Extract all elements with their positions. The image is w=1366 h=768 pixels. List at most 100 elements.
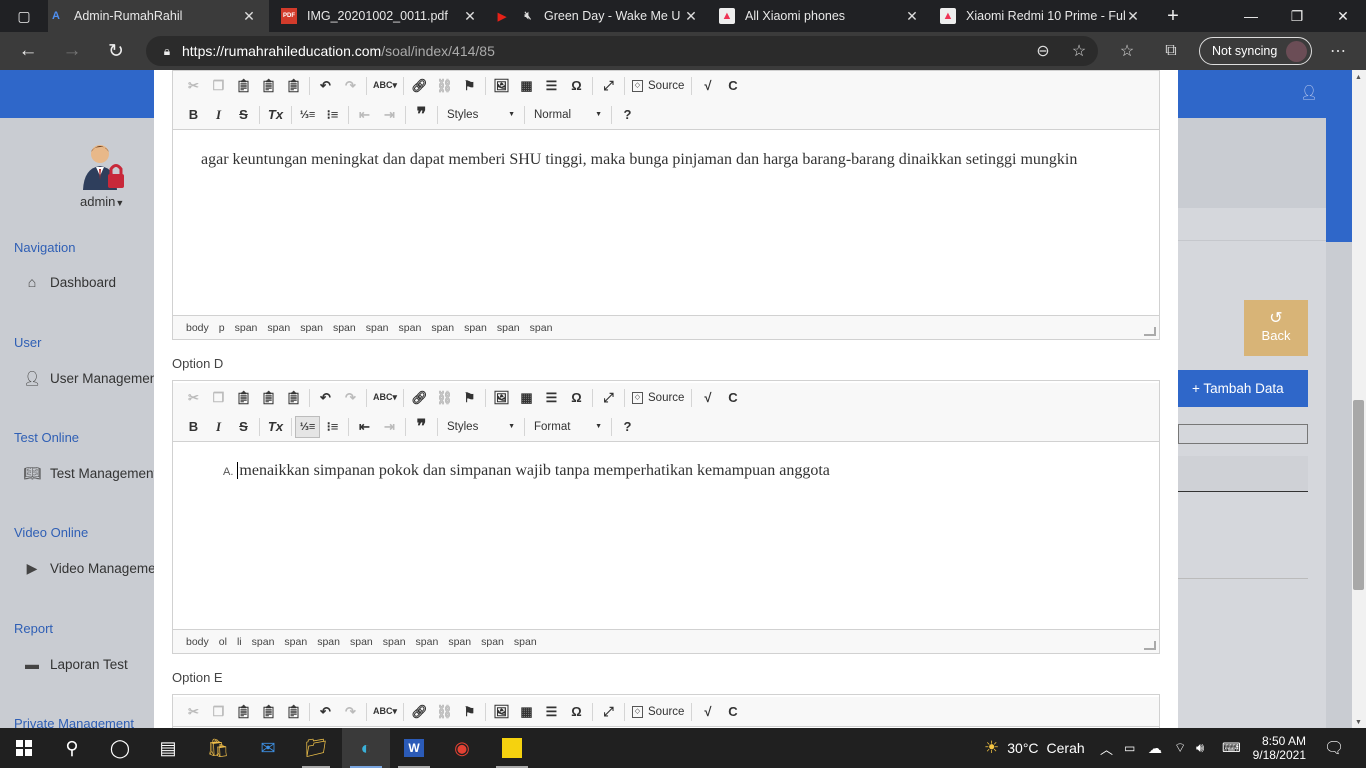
paste-word-icon[interactable]: 📋︎ [281, 75, 306, 97]
paste-icon[interactable]: 📋︎ [231, 387, 256, 409]
file-explorer-icon[interactable]: 📁︎ [292, 728, 340, 768]
special-char-icon[interactable]: Ω [564, 387, 589, 409]
image-icon[interactable]: 🖼︎ [489, 75, 514, 97]
close-tab-icon[interactable]: ✕ [1125, 8, 1141, 25]
path-item[interactable]: span [361, 322, 394, 334]
user-name-dropdown[interactable]: admin▼ [80, 194, 124, 209]
link-icon[interactable]: 🔗︎ [407, 387, 432, 409]
undo-icon[interactable]: ↶ [313, 387, 338, 409]
speaker-muted-icon[interactable]: 🔇︎ [520, 8, 536, 24]
search-input[interactable] [1178, 424, 1308, 444]
indent-icon[interactable]: ⇥ [377, 104, 402, 126]
path-item[interactable]: span [312, 636, 345, 648]
italic-icon[interactable]: I [206, 416, 231, 438]
path-item[interactable]: body [181, 636, 214, 648]
admin-avatar-icon[interactable] [78, 140, 132, 194]
path-item[interactable]: span [378, 636, 411, 648]
copy-icon[interactable]: ❐ [206, 387, 231, 409]
close-tab-icon[interactable]: ✕ [683, 8, 699, 25]
path-item[interactable]: span [443, 636, 476, 648]
tab-xiaomi-phones[interactable]: ▲ All Xiaomi phones ✕ [711, 0, 932, 32]
styles-dropdown[interactable]: Styles ▼ [441, 416, 521, 438]
special-char-icon[interactable]: Ω [564, 75, 589, 97]
tab-actions-icon[interactable]: ▢ [0, 0, 48, 32]
indent-icon[interactable]: ⇥ [377, 416, 402, 438]
sidebar-item-dashboard[interactable]: ⌂ Dashboard [22, 274, 116, 290]
reload-icon[interactable]: ↻ [94, 32, 138, 70]
user-profile-icon[interactable]: 👤︎ [1300, 84, 1318, 101]
forward-arrow-icon[interactable]: → [50, 32, 94, 70]
table-icon[interactable]: ▦ [514, 701, 539, 723]
image-icon[interactable]: 🖼︎ [489, 387, 514, 409]
close-tab-icon[interactable]: ✕ [241, 8, 257, 25]
back-button[interactable]: ↺ Back [1244, 300, 1308, 356]
redo-icon[interactable]: ↷ [338, 387, 363, 409]
path-item[interactable]: span [262, 322, 295, 334]
page-scrollbar[interactable]: ▲ ▼ [1352, 70, 1366, 728]
chrome-icon[interactable]: ◉ [438, 728, 486, 768]
path-item[interactable]: span [328, 322, 361, 334]
add-favorite-icon[interactable]: ☆ [1063, 35, 1095, 67]
weather-widget[interactable]: ☀ 30°C Cerah [984, 728, 1085, 768]
bulleted-list-icon[interactable]: ⁝≡ [320, 416, 345, 438]
path-item[interactable]: span [411, 636, 444, 648]
cut-icon[interactable]: ✂ [181, 387, 206, 409]
notification-icon[interactable]: 🗨︎ [1324, 728, 1344, 768]
special-char-icon[interactable]: Ω [564, 701, 589, 723]
italic-icon[interactable]: I [206, 104, 231, 126]
chem-icon[interactable]: C [720, 387, 745, 409]
wifi-icon[interactable]: ⌔ [1174, 728, 1186, 768]
outdent-icon[interactable]: ⇤ [352, 104, 377, 126]
unlink-icon[interactable]: ⛓ [432, 75, 457, 97]
path-item[interactable]: span [279, 636, 312, 648]
resize-handle[interactable] [1144, 327, 1156, 336]
chem-icon[interactable]: C [720, 701, 745, 723]
anchor-flag-icon[interactable]: ⚑ [457, 75, 482, 97]
resize-handle[interactable] [1144, 641, 1156, 650]
redo-icon[interactable]: ↷ [338, 75, 363, 97]
scrollbar-thumb[interactable] [1353, 400, 1364, 590]
scroll-down-icon[interactable]: ▼ [1355, 719, 1362, 726]
format-dropdown[interactable]: Normal ▼ [528, 104, 608, 126]
copy-icon[interactable]: ❐ [206, 701, 231, 723]
help-icon[interactable]: ? [615, 416, 640, 438]
spellcheck-icon[interactable]: ABC▾ [370, 701, 400, 723]
horizontal-line-icon[interactable]: ☰ [539, 387, 564, 409]
edge-icon[interactable]: ◐ [342, 728, 390, 768]
tab-pdf[interactable]: PDF IMG_20201002_0011.pdf ✕ [269, 0, 490, 32]
back-arrow-icon[interactable]: ← [6, 32, 50, 70]
path-item[interactable]: p [214, 322, 230, 334]
favorites-icon[interactable]: ☆ [1111, 35, 1143, 67]
math-icon[interactable]: √ [695, 75, 720, 97]
paste-text-icon[interactable]: 📋︎ [256, 387, 281, 409]
redo-icon[interactable]: ↷ [338, 701, 363, 723]
bulleted-list-icon[interactable]: ⁝≡ [320, 104, 345, 126]
paste-text-icon[interactable]: 📋︎ [256, 75, 281, 97]
restore-icon[interactable]: ❐ [1274, 0, 1320, 32]
paste-text-icon[interactable]: 📋︎ [256, 701, 281, 723]
horizontal-line-icon[interactable]: ☰ [539, 75, 564, 97]
zoom-icon[interactable]: ⊖ [1027, 35, 1059, 67]
cut-icon[interactable]: ✂ [181, 75, 206, 97]
word-icon[interactable]: W [390, 728, 438, 768]
outdent-icon[interactable]: ⇤ [352, 416, 377, 438]
tab-youtube[interactable]: ▶ 🔇︎ Green Day - Wake Me U ✕ [490, 0, 711, 32]
scroll-up-icon[interactable]: ▲ [1355, 74, 1362, 81]
anchor-flag-icon[interactable]: ⚑ [457, 701, 482, 723]
path-item[interactable]: span [459, 322, 492, 334]
link-icon[interactable]: 🔗︎ [407, 75, 432, 97]
paste-word-icon[interactable]: 📋︎ [281, 701, 306, 723]
source-button[interactable]: ◇ Source [628, 705, 688, 718]
battery-icon[interactable]: ▭ [1124, 728, 1135, 768]
url-field[interactable]: 🔒︎ https://rumahrahileducation.com/soal/… [146, 36, 1098, 66]
tab-redmi-10[interactable]: ▲ Xiaomi Redmi 10 Prime - Full ✕ [932, 0, 1153, 32]
numbered-list-icon[interactable]: ⅓≡ [295, 415, 320, 438]
close-tab-icon[interactable]: ✕ [462, 8, 478, 25]
table-icon[interactable]: ▦ [514, 387, 539, 409]
path-item[interactable]: span [509, 636, 542, 648]
more-menu-icon[interactable]: ⋯ [1322, 35, 1354, 67]
path-item[interactable]: span [492, 322, 525, 334]
store-icon[interactable]: 🛍︎ [194, 728, 242, 768]
clock[interactable]: 8:50 AM 9/18/2021 [1253, 728, 1306, 768]
sidebar-item-laporan-test[interactable]: ▬ Laporan Test [22, 656, 128, 672]
